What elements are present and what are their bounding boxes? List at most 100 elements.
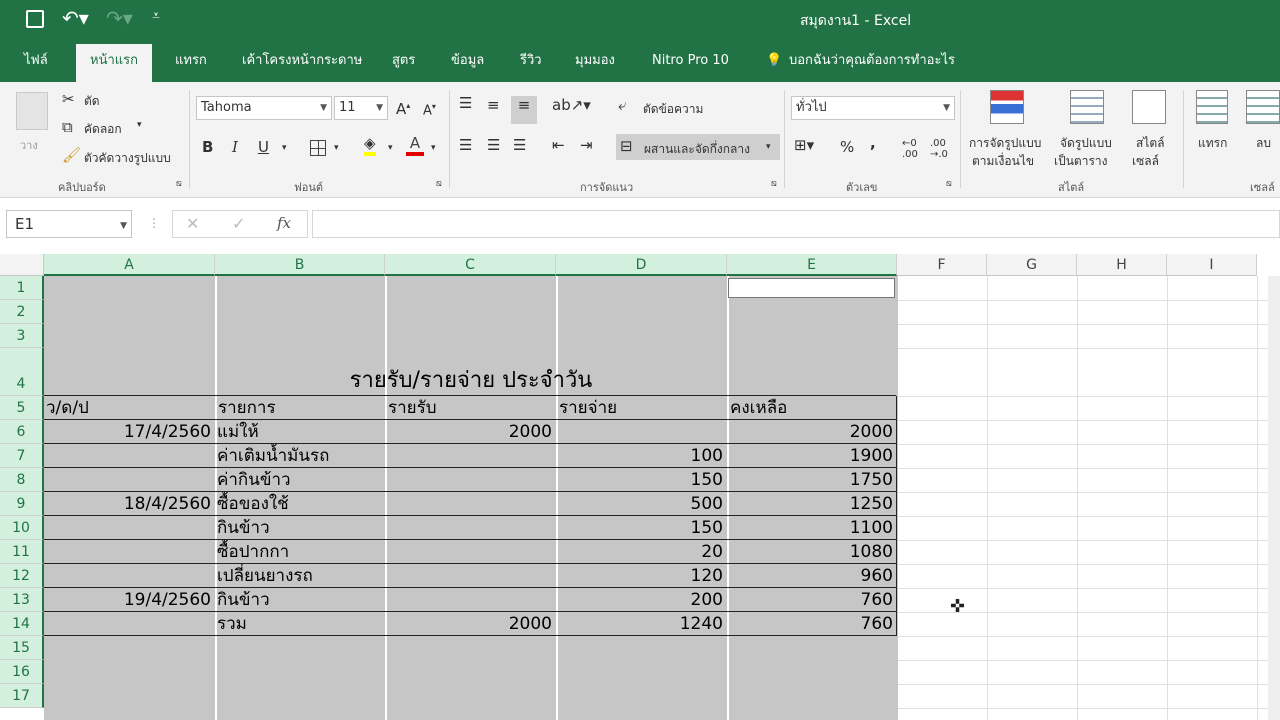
tab-page-layout[interactable]: เค้าโครงหน้ากระดาษ xyxy=(242,50,362,82)
cell-date[interactable]: 17/4/2560 xyxy=(46,420,214,444)
cell-date[interactable] xyxy=(46,444,214,468)
format-painter-button[interactable]: ตัวคัดวางรูปแบบ xyxy=(84,149,171,168)
cell-balance[interactable]: 1100 xyxy=(729,516,896,540)
redo-icon[interactable]: ↷▾ xyxy=(106,6,133,30)
bold-button[interactable]: B xyxy=(202,138,213,156)
row-header-9[interactable]: 9 xyxy=(0,492,44,516)
cell-date[interactable] xyxy=(46,612,214,636)
increase-indent-icon[interactable]: ⇥ xyxy=(580,136,593,154)
select-all-corner[interactable] xyxy=(0,254,44,276)
tell-me-box[interactable]: บอกฉันว่าคุณต้องการทำอะไร xyxy=(789,50,955,82)
row-header-2[interactable]: 2 xyxy=(0,300,44,324)
cell-income[interactable] xyxy=(387,588,555,612)
header-balance[interactable]: คงเหลือ xyxy=(730,396,896,420)
undo-icon[interactable]: ↶▾ xyxy=(62,6,89,30)
align-top-icon[interactable]: ☰ xyxy=(459,94,472,112)
tab-formulas[interactable]: สูตร xyxy=(392,50,415,82)
header-income[interactable]: รายรับ xyxy=(388,396,555,420)
alignment-launcher-icon[interactable]: ⧅ xyxy=(771,179,777,189)
cell-item[interactable]: ค่ากินข้าว xyxy=(217,468,384,492)
accounting-format-icon[interactable]: ⊞▾ xyxy=(794,136,814,154)
cell-item[interactable]: เปลี่ยนยางรถ xyxy=(217,564,384,588)
cell-balance[interactable]: 1080 xyxy=(729,540,896,564)
comma-button[interactable]: , xyxy=(870,134,876,152)
wrap-text-icon[interactable]: ⤶ xyxy=(618,96,626,114)
cell-expense[interactable]: 200 xyxy=(558,588,726,612)
cell-income[interactable] xyxy=(387,564,555,588)
underline-dropdown-icon[interactable]: ▾ xyxy=(282,143,287,153)
clipboard-launcher-icon[interactable]: ⧅ xyxy=(176,179,182,189)
cell-expense[interactable]: 100 xyxy=(558,444,726,468)
column-header-e[interactable]: E xyxy=(727,254,897,276)
name-box[interactable]: E1 ▼ xyxy=(6,210,132,238)
worksheet-grid[interactable]: ABCDEFGHI 1 2 3 4 5 6 7 8 9 10 11 12 13 14 15 16 17 รายร… xyxy=(0,254,1280,720)
tab-review[interactable]: รีวิว xyxy=(520,50,542,82)
row-header-12[interactable]: 12 xyxy=(0,564,44,588)
cell-income[interactable]: 2000 xyxy=(387,420,555,444)
row-header-6[interactable]: 6 xyxy=(0,420,44,444)
cut-icon[interactable]: ✂ xyxy=(62,90,75,108)
font-color-dropdown-icon[interactable]: ▾ xyxy=(431,143,436,153)
merge-center-button[interactable]: ⊟ ผสานและจัดกึ่งกลาง ▾ xyxy=(616,134,780,160)
percent-button[interactable]: % xyxy=(840,138,854,156)
cell-date[interactable] xyxy=(46,516,214,540)
cell-income[interactable] xyxy=(387,540,555,564)
decrease-decimal-icon[interactable]: .00 →.0 xyxy=(930,138,948,160)
header-date[interactable]: ว/ด/ป xyxy=(46,396,213,420)
paste-icon[interactable] xyxy=(16,92,48,130)
align-middle-icon[interactable]: ≡ xyxy=(487,96,500,114)
decrease-font-icon[interactable]: A▾ xyxy=(423,102,436,118)
column-header-d[interactable]: D xyxy=(556,254,727,276)
cell-income[interactable] xyxy=(387,444,555,468)
conditional-format-label-2[interactable]: ตามเงื่อนไข xyxy=(972,152,1034,171)
cell-income[interactable]: 2000 xyxy=(387,612,555,636)
paste-button[interactable]: วาง xyxy=(20,136,38,154)
cell-date[interactable] xyxy=(46,468,214,492)
cell-income[interactable] xyxy=(387,492,555,516)
row-header-8[interactable]: 8 xyxy=(0,468,44,492)
cell-expense[interactable]: 20 xyxy=(558,540,726,564)
copy-icon[interactable]: ⧉ xyxy=(62,118,73,136)
cancel-icon[interactable]: ✕ xyxy=(186,214,199,233)
cell-date[interactable]: 19/4/2560 xyxy=(46,588,214,612)
insert-cells-icon[interactable] xyxy=(1196,90,1228,124)
insert-function-icon[interactable]: fx xyxy=(277,214,291,232)
tab-insert[interactable]: แทรก xyxy=(175,50,207,82)
orientation-icon[interactable]: ab↗▾ xyxy=(552,96,591,114)
increase-font-icon[interactable]: A▴ xyxy=(396,100,410,118)
border-dropdown-icon[interactable]: ▾ xyxy=(334,143,339,153)
tab-file[interactable]: ไฟล์ xyxy=(24,50,48,82)
cell-date[interactable]: 18/4/2560 xyxy=(46,492,214,516)
row-header-10[interactable]: 10 xyxy=(0,516,44,540)
font-size-select[interactable]: 11 ▼ xyxy=(334,96,388,120)
cell-item[interactable]: ค่าเติมน้ำมันรถ xyxy=(217,444,384,468)
conditional-format-icon[interactable] xyxy=(990,90,1024,124)
row-header-3[interactable]: 3 xyxy=(0,324,44,348)
decrease-indent-icon[interactable]: ⇤ xyxy=(552,136,565,154)
row-header-14[interactable]: 14 xyxy=(0,612,44,636)
format-table-label-1[interactable]: จัดรูปแบบ xyxy=(1060,134,1112,153)
cell-balance[interactable]: 1250 xyxy=(729,492,896,516)
wrap-text-button[interactable]: ตัดข้อความ xyxy=(643,100,703,119)
column-header-g[interactable]: G xyxy=(987,254,1077,276)
row-header-16[interactable]: 16 xyxy=(0,660,44,684)
column-header-a[interactable]: A xyxy=(44,254,215,276)
cell-expense[interactable] xyxy=(558,420,726,444)
cell-balance[interactable]: 2000 xyxy=(729,420,896,444)
column-header-c[interactable]: C xyxy=(385,254,556,276)
cell-balance[interactable]: 960 xyxy=(729,564,896,588)
number-format-select[interactable]: ทั่วไป ▼ xyxy=(791,96,955,120)
cell-item[interactable]: ซื้อปากกา xyxy=(217,540,384,564)
cell-styles-label-1[interactable]: สไตล์ xyxy=(1136,134,1165,153)
row-header-4[interactable]: 4 xyxy=(0,348,44,396)
cell-styles-label-2[interactable]: เซลล์ xyxy=(1132,152,1159,171)
row-header-5[interactable]: 5 xyxy=(0,396,44,420)
tab-view[interactable]: มุมมอง xyxy=(575,50,615,82)
active-cell-e1[interactable] xyxy=(728,278,895,298)
cell-styles-icon[interactable] xyxy=(1132,90,1166,124)
align-bottom-icon[interactable]: ≡ xyxy=(511,96,537,124)
format-painter-icon[interactable]: 🖌 xyxy=(62,146,81,164)
column-header-i[interactable]: I xyxy=(1167,254,1257,276)
tab-nitro[interactable]: Nitro Pro 10 xyxy=(652,50,729,82)
cell-balance[interactable]: 1900 xyxy=(729,444,896,468)
